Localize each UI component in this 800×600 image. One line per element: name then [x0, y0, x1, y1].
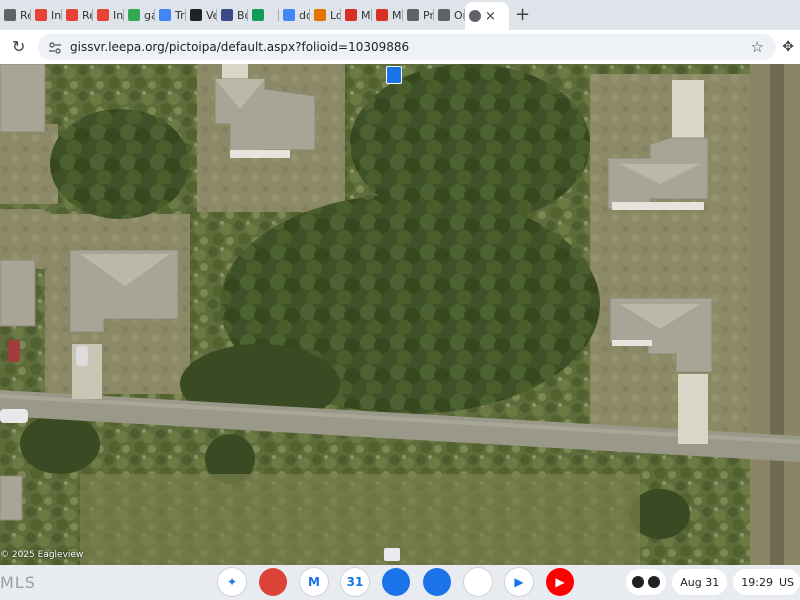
- app-dock: ✦ M 31 ▶ ▶: [218, 568, 587, 596]
- tab-label: Lo: [330, 8, 341, 22]
- browser-tab[interactable]: [248, 4, 279, 26]
- site-info-icon[interactable]: [48, 40, 62, 54]
- browser-tab[interactable]: Lo: [310, 4, 341, 26]
- time-text: 19:29: [741, 575, 773, 589]
- aerial-map[interactable]: © 2025 Eagleview: [0, 64, 800, 565]
- tab-label: Pr: [423, 8, 434, 22]
- box-icon: [314, 9, 326, 21]
- browser-tab[interactable]: Inb: [31, 4, 62, 26]
- red-c-icon: [345, 9, 357, 21]
- extensions-icon[interactable]: ✥: [782, 39, 794, 55]
- locale-text: US: [778, 575, 794, 589]
- browser-tab-active[interactable]: ×: [465, 2, 509, 30]
- tab-label: Ma: [392, 8, 403, 22]
- meet-icon[interactable]: [464, 568, 492, 596]
- tray-icons[interactable]: [626, 569, 667, 595]
- system-tray: Aug 31 19:29 US: [626, 569, 800, 595]
- gmail-icon: [35, 9, 47, 21]
- green-circle-icon: [252, 9, 264, 21]
- gmail-icon: [97, 9, 109, 21]
- status-pill[interactable]: 19:29 US: [733, 569, 800, 595]
- globe-icon: [469, 10, 481, 22]
- translate-icon: [159, 9, 171, 21]
- half-moon-icon: [221, 9, 233, 21]
- tab-strip: Re Inb Re Inb ga Tra Ve Bo do Lo Ma Ma Pr On × +: [0, 0, 800, 30]
- browser-tab[interactable]: Tra: [155, 4, 186, 26]
- camera-icon[interactable]: [384, 548, 400, 561]
- browser-tab[interactable]: Inb: [93, 4, 124, 26]
- generic-page-icon: [4, 9, 16, 21]
- messages-icon[interactable]: [423, 568, 451, 596]
- url-text[interactable]: gissvr.leepa.org/pictoipa/default.aspx?f…: [70, 40, 409, 54]
- street-view-pegman-icon[interactable]: [386, 66, 402, 84]
- close-tab-icon[interactable]: ×: [485, 9, 496, 24]
- tab-label: Re: [82, 8, 93, 22]
- browser-tab[interactable]: Ve: [186, 4, 217, 26]
- play-store-icon[interactable]: ▶: [505, 568, 533, 596]
- tab-label: do: [299, 8, 310, 22]
- browser-tab[interactable]: do: [279, 4, 310, 26]
- browser-tab[interactable]: On: [434, 4, 465, 26]
- tab-label: Bo: [237, 8, 248, 22]
- aerial-imagery: [0, 64, 800, 565]
- tab-label: Ve: [206, 8, 217, 22]
- tab-label: Tra: [175, 8, 186, 22]
- youtube-icon[interactable]: ▶: [546, 568, 574, 596]
- red-c-icon: [376, 9, 388, 21]
- browser-tab[interactable]: Re: [62, 4, 93, 26]
- tab-label: Inb: [113, 8, 124, 22]
- browser-tab[interactable]: Bo: [217, 4, 248, 26]
- gmail-icon: [66, 9, 78, 21]
- record-icon[interactable]: [632, 576, 645, 588]
- reload-icon[interactable]: ↻: [12, 39, 28, 55]
- browser-tab[interactable]: ga: [124, 4, 155, 26]
- tab-label: Re: [20, 8, 31, 22]
- gmail-app-icon[interactable]: M: [300, 568, 328, 596]
- media-icon[interactable]: [648, 576, 661, 588]
- os-shelf: MLS ✦ M 31 ▶ ▶ Aug 31 19:29 US: [0, 565, 800, 600]
- tab-label: Ma: [361, 8, 372, 22]
- tab-label: Inb: [51, 8, 62, 22]
- files-icon[interactable]: [382, 568, 410, 596]
- globe-icon: [407, 9, 419, 21]
- browser-tab[interactable]: Ma: [341, 4, 372, 26]
- smiley-icon: [283, 9, 295, 21]
- browser-toolbar: ↻ gissvr.leepa.org/pictoipa/default.aspx…: [0, 30, 800, 64]
- browser-tab[interactable]: Re: [0, 4, 31, 26]
- date-text: Aug 31: [680, 575, 720, 589]
- imagery-copyright: © 2025 Eagleview: [0, 550, 84, 560]
- tab-label: On: [454, 8, 465, 22]
- new-tab-button[interactable]: +: [515, 4, 530, 26]
- plus-green-icon: [128, 9, 140, 21]
- at-sign-icon: [190, 9, 202, 21]
- browser-tab[interactable]: Pr: [403, 4, 434, 26]
- chrome-icon[interactable]: [259, 568, 287, 596]
- tab-label: ga: [144, 8, 155, 22]
- assistant-icon[interactable]: ✦: [218, 568, 246, 596]
- date-pill[interactable]: Aug 31: [672, 569, 728, 595]
- globe-icon: [438, 9, 450, 21]
- watermark-label: MLS: [0, 573, 36, 592]
- calendar-icon[interactable]: 31: [341, 568, 369, 596]
- browser-tab[interactable]: Ma: [372, 4, 403, 26]
- address-bar[interactable]: gissvr.leepa.org/pictoipa/default.aspx?f…: [38, 34, 776, 60]
- bookmark-star-icon[interactable]: ☆: [751, 38, 764, 56]
